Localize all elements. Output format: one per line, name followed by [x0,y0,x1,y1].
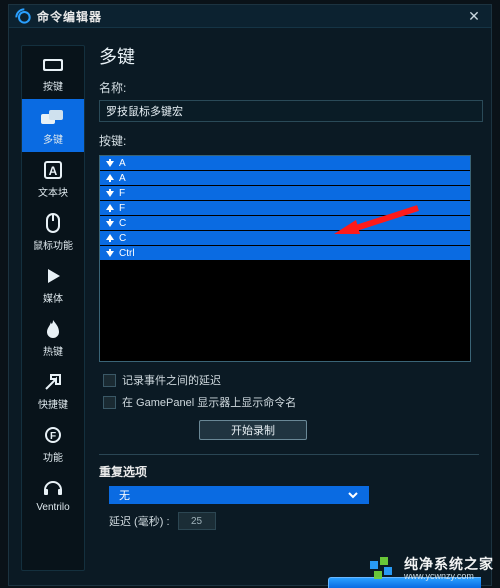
chevron-down-icon [347,489,359,501]
sidebar: 按键 多键 A 文本块 鼠标功能 媒体 热键 [21,45,85,571]
textblock-icon: A [41,159,65,181]
checkbox-icon [103,396,116,409]
name-label: 名称: [99,79,479,96]
title-bar: 命令编辑器 ✕ [9,5,491,28]
gear-icon: F [41,424,65,446]
key-name: F [119,188,125,199]
play-icon [41,265,65,287]
watermark-url: www.ycwnzy.com [404,572,494,582]
arrow-up-icon [106,234,114,242]
key-row[interactable]: F [100,186,470,201]
sidebar-item-mouse[interactable]: 鼠标功能 [22,205,84,258]
sidebar-item-multikey[interactable]: 多键 [22,99,84,152]
delay-input[interactable] [178,512,216,530]
multikey-icon [41,106,65,128]
editor-window: 命令编辑器 ✕ 按键 多键 A 文本块 鼠标功能 媒体 [8,4,492,586]
sidebar-item-shortcut[interactable]: 快捷键 [22,364,84,417]
sidebar-item-textblock[interactable]: A 文本块 [22,152,84,205]
page-title: 多键 [99,43,479,69]
key-row[interactable]: A [100,156,470,171]
sidebar-item-label: 文本块 [38,184,68,199]
key-name: A [119,158,126,169]
select-value: 无 [119,487,130,503]
key-name: Ctrl [119,248,135,259]
arrow-down-icon [106,159,114,167]
gamepanel-checkbox[interactable]: 在 GamePanel 显示器上显示命令名 [103,394,479,410]
repeat-select[interactable]: 无 [109,486,369,504]
arrow-down-icon [106,189,114,197]
key-icon [41,53,65,75]
key-row[interactable]: A [100,171,470,186]
checkbox-label: 记录事件之间的延迟 [122,372,221,388]
svg-text:A: A [49,164,58,178]
start-record-button[interactable]: 开始录制 [199,420,307,440]
options-group: 记录事件之间的延迟 在 GamePanel 显示器上显示命令名 [99,372,479,410]
watermark-logo-icon [370,557,398,581]
main-panel: 多键 名称: 按键: AAFFCCCtrl 记录事件之间的延迟 在 GamePa… [99,35,479,577]
window-title: 命令编辑器 [37,8,102,25]
shortcut-icon [41,371,65,393]
macro-name-input[interactable] [99,100,483,122]
annotation-arrow-icon [330,200,420,240]
watermark-name: 纯净系统之家 [404,557,494,572]
key-name: F [119,203,125,214]
arrow-down-icon [106,249,114,257]
sidebar-item-functions[interactable]: F 功能 [22,417,84,470]
sidebar-item-label: 媒体 [43,290,63,305]
button-label: 开始录制 [231,422,275,438]
sidebar-item-label: 热键 [43,343,63,358]
sidebar-item-label: 多键 [43,131,63,146]
delay-row: 延迟 (毫秒) : [99,512,479,530]
sidebar-item-media[interactable]: 媒体 [22,258,84,311]
checkbox-icon [103,374,116,387]
key-name: A [119,173,126,184]
delay-label: 延迟 (毫秒) : [109,513,170,529]
key-name: C [119,218,126,229]
repeat-section: 重复选项 无 延迟 (毫秒) : [99,463,479,530]
sidebar-item-label: 快捷键 [38,396,68,411]
divider [99,454,479,455]
keys-label: 按键: [99,132,479,149]
sidebar-item-label: 鼠标功能 [33,237,73,252]
arrow-down-icon [106,219,114,227]
flame-icon [41,318,65,340]
mouse-icon [41,212,65,234]
checkbox-label: 在 GamePanel 显示器上显示命令名 [122,394,296,410]
sidebar-item-ventrilo[interactable]: Ventrilo [22,470,84,519]
logitech-logo-icon [15,8,31,24]
svg-text:F: F [50,431,56,442]
sidebar-item-label: Ventrilo [36,502,69,513]
key-row[interactable]: Ctrl [100,246,470,261]
headset-icon [41,477,65,499]
arrow-up-icon [106,174,114,182]
window-body: 按键 多键 A 文本块 鼠标功能 媒体 热键 [9,27,491,585]
sidebar-item-label: 按键 [43,78,63,93]
repeat-heading: 重复选项 [99,463,479,480]
watermark: 纯净系统之家 www.ycwnzy.com [370,557,494,582]
close-button[interactable]: ✕ [463,8,485,25]
key-name: C [119,233,126,244]
arrow-up-icon [106,204,114,212]
record-delay-checkbox[interactable]: 记录事件之间的延迟 [103,372,479,388]
sidebar-item-label: 功能 [43,449,63,464]
recorded-keys-panel[interactable]: AAFFCCCtrl [99,155,471,362]
sidebar-item-hotkey[interactable]: 热键 [22,311,84,364]
sidebar-item-keys[interactable]: 按键 [22,46,84,99]
